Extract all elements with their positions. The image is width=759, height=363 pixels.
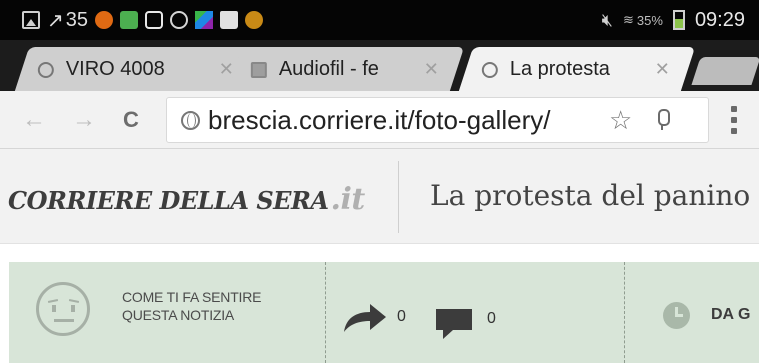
battery-percent: 35% — [636, 12, 663, 28]
url-text[interactable]: brescia.corriere.it/foto-gallery/ — [208, 105, 603, 136]
temperature-value: 35 — [65, 8, 89, 31]
globe-icon — [482, 61, 498, 77]
tab-audiofil[interactable]: Audiofil - fe ✕ — [227, 47, 465, 91]
status-bar: ↗ 35 🔇︎ ≋ 35% 09:29 — [0, 0, 759, 40]
logo-suffix: .it — [330, 182, 366, 217]
share-count: 0 — [397, 308, 406, 325]
battery-icon — [672, 10, 685, 30]
close-icon[interactable]: ✕ — [424, 59, 439, 80]
audiofil-icon — [251, 61, 267, 77]
header-divider — [398, 161, 399, 233]
notification-icons: ↗ 35 — [0, 8, 264, 33]
globe-icon — [38, 61, 54, 77]
divider — [325, 262, 326, 363]
forward-arrow-icon[interactable]: → — [72, 106, 96, 134]
picture-icon — [22, 11, 40, 29]
orange-app-icon — [95, 11, 114, 29]
clock-time: 09:29 — [694, 8, 745, 31]
globe-icon — [181, 110, 200, 130]
tab-viro[interactable]: VIRO 4008 ✕ — [14, 47, 260, 91]
site-header: CORRIERE DELLA SERA.it La protesta del p… — [0, 149, 759, 244]
system-indicators: 🔇︎ ≋ 35% 09:29 — [602, 0, 745, 40]
bookmark-star-icon[interactable]: ☆ — [609, 105, 632, 136]
divider — [624, 262, 625, 363]
time-ago-label: DA G — [711, 306, 751, 323]
face-icon[interactable] — [36, 282, 90, 336]
page-title: La protesta del panino — [430, 179, 751, 212]
microphone-icon[interactable] — [656, 109, 671, 131]
wifi-signal: ≋ 35% — [623, 12, 663, 28]
comment-icon[interactable] — [435, 307, 473, 341]
browser-toolbar: ← → C brescia.corriere.it/foto-gallery/ … — [0, 91, 759, 149]
tab-title: VIRO 4008 — [66, 57, 165, 80]
back-arrow-icon[interactable]: ← — [22, 106, 46, 134]
tab-strip: VIRO 4008 ✕ Audiofil - fe ✕ La protesta … — [0, 40, 759, 91]
multicolor-app-icon — [195, 11, 214, 29]
tab-la-protesta[interactable]: La protesta ✕ — [458, 47, 696, 91]
reaction-bar: COME TI FA SENTIRE QUESTA NOTIZIA 0 0 DA… — [9, 262, 759, 363]
share-arrow-icon[interactable] — [342, 302, 388, 334]
clock-app-icon — [170, 11, 189, 29]
address-bar[interactable]: brescia.corriere.it/foto-gallery/ ☆ — [166, 97, 709, 143]
feeling-prompt[interactable]: COME TI FA SENTIRE QUESTA NOTIZIA — [122, 288, 261, 324]
logo-text: CORRIERE DELLA SERA — [8, 186, 329, 215]
shopping-bag-icon — [220, 11, 239, 29]
menu-icon[interactable] — [731, 106, 737, 134]
message-icon — [120, 11, 139, 29]
feeling-prompt-line2: QUESTA NOTIZIA — [122, 307, 235, 323]
reload-icon[interactable]: C — [120, 107, 142, 133]
mute-icon: 🔇︎ — [601, 9, 613, 30]
tab-title: La protesta — [510, 57, 611, 80]
temperature-indicator: ↗ 35 — [47, 8, 88, 33]
site-logo[interactable]: CORRIERE DELLA SERA.it — [8, 182, 365, 217]
wifi-signal-icon: ≋ — [623, 12, 634, 27]
feeling-prompt-line1: COME TI FA SENTIRE — [122, 289, 262, 305]
close-icon[interactable]: ✕ — [655, 59, 670, 80]
box-app-icon — [145, 11, 164, 29]
temperature-icon: ↗ — [47, 9, 64, 32]
gold-app-icon — [245, 11, 264, 29]
new-tab-button[interactable] — [691, 57, 759, 85]
comment-count: 0 — [487, 310, 496, 327]
tab-title: Audiofil - fe — [279, 57, 380, 80]
clock-icon — [663, 302, 690, 329]
